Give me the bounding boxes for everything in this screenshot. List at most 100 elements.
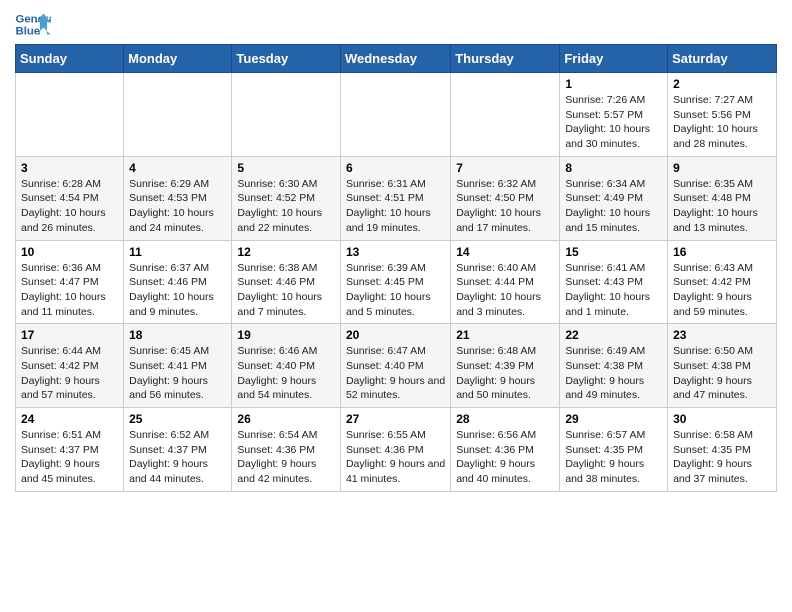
day-cell: 7Sunrise: 6:32 AMSunset: 4:50 PMDaylight… bbox=[451, 156, 560, 240]
day-cell: 19 Sunrise: 6:46 AMSunset: 4:40 PMDayligh… bbox=[232, 324, 341, 408]
day-cell: 9 Sunrise: 6:35 AMSunset: 4:48 PMDaylight… bbox=[668, 156, 777, 240]
day-cell: 26 Sunrise: 6:54 AMSunset: 4:36 PMDayligh… bbox=[232, 408, 341, 492]
day-info: Sunrise: 6:30 AMSunset: 4:52 PMDaylight:… bbox=[237, 177, 335, 236]
day-info: Sunrise: 7:26 AMSunset: 5:57 PMDaylight:… bbox=[565, 93, 662, 152]
day-cell: 17 Sunrise: 6:44 AMSunset: 4:42 PMDayligh… bbox=[16, 324, 124, 408]
day-cell bbox=[232, 73, 341, 157]
day-info: Sunrise: 6:48 AMSunset: 4:39 PMDaylight:… bbox=[456, 344, 554, 403]
day-number: 21 bbox=[456, 328, 554, 342]
day-number: 11 bbox=[129, 245, 226, 259]
day-info: Sunrise: 6:35 AMSunset: 4:48 PMDaylight:… bbox=[673, 177, 771, 236]
day-info: Sunrise: 6:44 AMSunset: 4:42 PMDaylight:… bbox=[21, 344, 118, 403]
day-cell: 28 Sunrise: 6:56 AMSunset: 4:36 PMDayligh… bbox=[451, 408, 560, 492]
dow-thursday: Thursday bbox=[451, 45, 560, 73]
day-number: 29 bbox=[565, 412, 662, 426]
day-info: Sunrise: 6:45 AMSunset: 4:41 PMDaylight:… bbox=[129, 344, 226, 403]
day-info: Sunrise: 6:41 AMSunset: 4:43 PMDaylight:… bbox=[565, 261, 662, 320]
calendar-body: 1 Sunrise: 7:26 AMSunset: 5:57 PMDaylight… bbox=[16, 73, 777, 492]
day-cell: 16 Sunrise: 6:43 AMSunset: 4:42 PMDayligh… bbox=[668, 240, 777, 324]
day-info: Sunrise: 6:47 AMSunset: 4:40 PMDaylight:… bbox=[346, 344, 445, 403]
day-cell: 29 Sunrise: 6:57 AMSunset: 4:35 PMDayligh… bbox=[560, 408, 668, 492]
day-number: 12 bbox=[237, 245, 335, 259]
day-info: Sunrise: 6:37 AMSunset: 4:46 PMDaylight:… bbox=[129, 261, 226, 320]
day-number: 5 bbox=[237, 161, 335, 175]
day-cell bbox=[451, 73, 560, 157]
day-info: Sunrise: 6:49 AMSunset: 4:38 PMDaylight:… bbox=[565, 344, 662, 403]
dow-sunday: Sunday bbox=[16, 45, 124, 73]
day-cell: 5 Sunrise: 6:30 AMSunset: 4:52 PMDaylight… bbox=[232, 156, 341, 240]
day-number: 16 bbox=[673, 245, 771, 259]
day-info: Sunrise: 6:29 AMSunset: 4:53 PMDaylight:… bbox=[129, 177, 226, 236]
day-cell: 24 Sunrise: 6:51 AMSunset: 4:37 PMDayligh… bbox=[16, 408, 124, 492]
dow-monday: Monday bbox=[124, 45, 232, 73]
day-number: 3 bbox=[21, 161, 118, 175]
day-cell: 27 Sunrise: 6:55 AMSunset: 4:36 PMDayligh… bbox=[340, 408, 450, 492]
day-info: Sunrise: 6:32 AMSunset: 4:50 PMDaylight:… bbox=[456, 177, 554, 236]
day-number: 1 bbox=[565, 77, 662, 91]
day-number: 13 bbox=[346, 245, 445, 259]
dow-tuesday: Tuesday bbox=[232, 45, 341, 73]
day-number: 17 bbox=[21, 328, 118, 342]
day-info: Sunrise: 6:39 AMSunset: 4:45 PMDaylight:… bbox=[346, 261, 445, 320]
day-cell bbox=[16, 73, 124, 157]
day-cell: 1 Sunrise: 7:26 AMSunset: 5:57 PMDaylight… bbox=[560, 73, 668, 157]
day-info: Sunrise: 6:57 AMSunset: 4:35 PMDaylight:… bbox=[565, 428, 662, 487]
week-row-4: 17 Sunrise: 6:44 AMSunset: 4:42 PMDayligh… bbox=[16, 324, 777, 408]
day-cell: 14Sunrise: 6:40 AMSunset: 4:44 PMDayligh… bbox=[451, 240, 560, 324]
svg-text:Blue: Blue bbox=[16, 26, 41, 38]
day-info: Sunrise: 6:56 AMSunset: 4:36 PMDaylight:… bbox=[456, 428, 554, 487]
day-info: Sunrise: 6:51 AMSunset: 4:37 PMDaylight:… bbox=[21, 428, 118, 487]
day-info: Sunrise: 6:38 AMSunset: 4:46 PMDaylight:… bbox=[237, 261, 335, 320]
day-cell: 21 Sunrise: 6:48 AMSunset: 4:39 PMDayligh… bbox=[451, 324, 560, 408]
day-cell: 15 Sunrise: 6:41 AMSunset: 4:43 PMDayligh… bbox=[560, 240, 668, 324]
day-cell: 10Sunrise: 6:36 AMSunset: 4:47 PMDayligh… bbox=[16, 240, 124, 324]
day-number: 8 bbox=[565, 161, 662, 175]
day-cell: 12 Sunrise: 6:38 AMSunset: 4:46 PMDayligh… bbox=[232, 240, 341, 324]
day-number: 18 bbox=[129, 328, 226, 342]
day-cell: 4 Sunrise: 6:29 AMSunset: 4:53 PMDaylight… bbox=[124, 156, 232, 240]
day-number: 4 bbox=[129, 161, 226, 175]
day-number: 19 bbox=[237, 328, 335, 342]
day-number: 22 bbox=[565, 328, 662, 342]
day-number: 20 bbox=[346, 328, 445, 342]
dow-saturday: Saturday bbox=[668, 45, 777, 73]
logo: General Blue bbox=[15, 10, 55, 38]
day-info: Sunrise: 6:55 AMSunset: 4:36 PMDaylight:… bbox=[346, 428, 445, 487]
week-row-2: 3 Sunrise: 6:28 AMSunset: 4:54 PMDaylight… bbox=[16, 156, 777, 240]
day-info: Sunrise: 6:28 AMSunset: 4:54 PMDaylight:… bbox=[21, 177, 118, 236]
day-info: Sunrise: 6:43 AMSunset: 4:42 PMDaylight:… bbox=[673, 261, 771, 320]
day-number: 24 bbox=[21, 412, 118, 426]
day-cell: 20 Sunrise: 6:47 AMSunset: 4:40 PMDayligh… bbox=[340, 324, 450, 408]
day-cell: 6 Sunrise: 6:31 AMSunset: 4:51 PMDaylight… bbox=[340, 156, 450, 240]
day-cell bbox=[124, 73, 232, 157]
week-row-5: 24 Sunrise: 6:51 AMSunset: 4:37 PMDayligh… bbox=[16, 408, 777, 492]
day-number: 6 bbox=[346, 161, 445, 175]
dow-friday: Friday bbox=[560, 45, 668, 73]
day-info: Sunrise: 6:50 AMSunset: 4:38 PMDaylight:… bbox=[673, 344, 771, 403]
day-cell: 18 Sunrise: 6:45 AMSunset: 4:41 PMDayligh… bbox=[124, 324, 232, 408]
day-info: Sunrise: 6:46 AMSunset: 4:40 PMDaylight:… bbox=[237, 344, 335, 403]
dow-wednesday: Wednesday bbox=[340, 45, 450, 73]
day-number: 15 bbox=[565, 245, 662, 259]
day-number: 30 bbox=[673, 412, 771, 426]
day-cell: 2 Sunrise: 7:27 AMSunset: 5:56 PMDaylight… bbox=[668, 73, 777, 157]
day-number: 26 bbox=[237, 412, 335, 426]
day-info: Sunrise: 6:40 AMSunset: 4:44 PMDaylight:… bbox=[456, 261, 554, 320]
day-number: 27 bbox=[346, 412, 445, 426]
day-info: Sunrise: 6:34 AMSunset: 4:49 PMDaylight:… bbox=[565, 177, 662, 236]
day-cell: 30Sunrise: 6:58 AMSunset: 4:35 PMDayligh… bbox=[668, 408, 777, 492]
week-row-3: 10Sunrise: 6:36 AMSunset: 4:47 PMDayligh… bbox=[16, 240, 777, 324]
day-cell: 22 Sunrise: 6:49 AMSunset: 4:38 PMDayligh… bbox=[560, 324, 668, 408]
week-row-1: 1 Sunrise: 7:26 AMSunset: 5:57 PMDaylight… bbox=[16, 73, 777, 157]
day-number: 9 bbox=[673, 161, 771, 175]
day-of-week-header: SundayMondayTuesdayWednesdayThursdayFrid… bbox=[16, 45, 777, 73]
day-info: Sunrise: 7:27 AMSunset: 5:56 PMDaylight:… bbox=[673, 93, 771, 152]
day-number: 25 bbox=[129, 412, 226, 426]
day-number: 2 bbox=[673, 77, 771, 91]
day-cell: 25 Sunrise: 6:52 AMSunset: 4:37 PMDayligh… bbox=[124, 408, 232, 492]
day-info: Sunrise: 6:54 AMSunset: 4:36 PMDaylight:… bbox=[237, 428, 335, 487]
day-number: 28 bbox=[456, 412, 554, 426]
day-info: Sunrise: 6:52 AMSunset: 4:37 PMDaylight:… bbox=[129, 428, 226, 487]
day-info: Sunrise: 6:31 AMSunset: 4:51 PMDaylight:… bbox=[346, 177, 445, 236]
day-info: Sunrise: 6:36 AMSunset: 4:47 PMDaylight:… bbox=[21, 261, 118, 320]
